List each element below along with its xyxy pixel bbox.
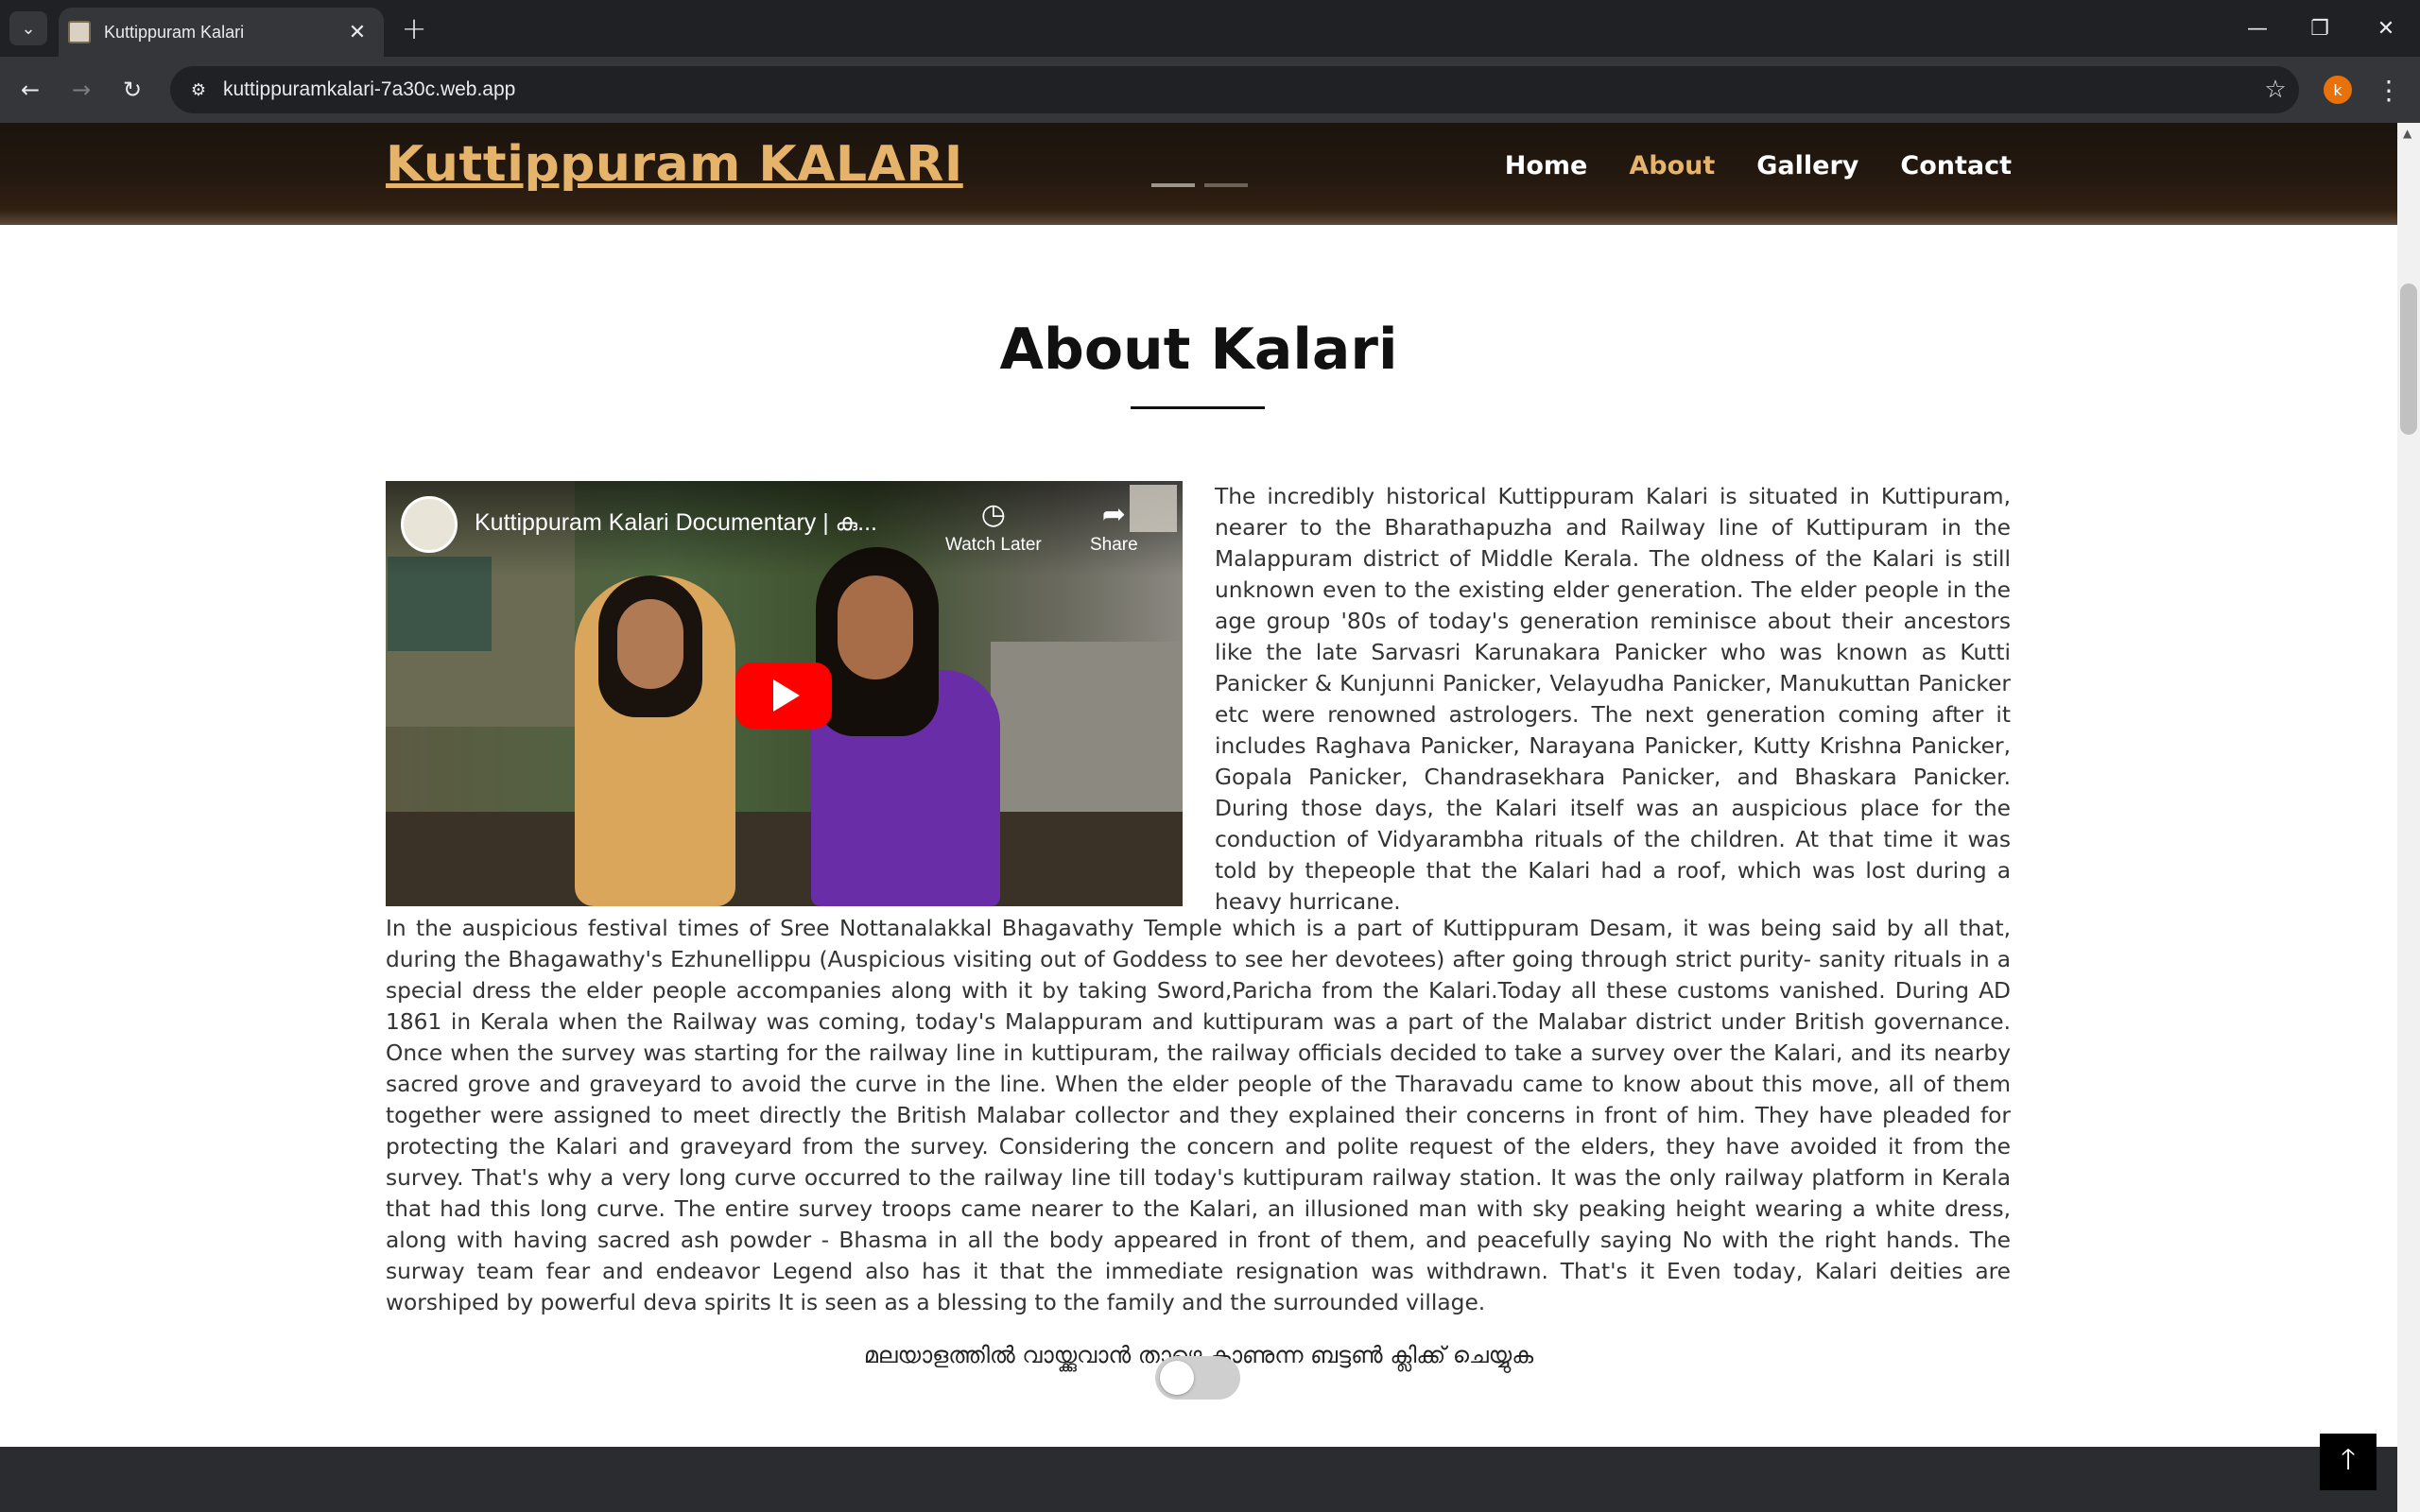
carousel-indicators bbox=[1151, 183, 1248, 187]
watermark-logo bbox=[1130, 485, 1177, 532]
page-viewport: Kuttippuram KALARI Home About Gallery Co… bbox=[0, 123, 2420, 1512]
channel-logo[interactable] bbox=[401, 496, 458, 553]
watch-later-button[interactable]: ◷ Watch Later bbox=[945, 498, 1042, 556]
play-icon bbox=[773, 679, 800, 712]
video-title[interactable]: Kuttippuram Kalari Documentary | കു... bbox=[475, 509, 909, 537]
tab-search-icon[interactable]: ⌄ bbox=[9, 11, 47, 45]
page-scrollbar[interactable]: ▲ bbox=[2397, 123, 2420, 1512]
nav-about[interactable]: About bbox=[1629, 151, 1715, 180]
scrollbar-thumb[interactable] bbox=[2400, 284, 2417, 435]
url-text[interactable]: kuttippuramkalari-7a30c.web.app bbox=[223, 78, 2252, 101]
tab-close-icon[interactable]: ✕ bbox=[344, 21, 371, 44]
about-paragraph-2: In the auspicious festival times of Sree… bbox=[386, 916, 2011, 1315]
site-header: Kuttippuram KALARI Home About Gallery Co… bbox=[0, 123, 2397, 225]
title-underline bbox=[1131, 406, 1265, 409]
new-tab-icon[interactable]: + bbox=[397, 10, 431, 46]
profile-avatar[interactable]: k bbox=[2324, 76, 2352, 104]
site-info-icon[interactable]: ⚙ bbox=[180, 80, 217, 100]
scroll-up-icon[interactable]: ▲ bbox=[2403, 127, 2411, 140]
site-brand-link[interactable]: Kuttippuram KALARI bbox=[386, 136, 963, 193]
address-bar[interactable]: ⚙ kuttippuramkalari-7a30c.web.app ☆ bbox=[170, 66, 2299, 113]
tab-title: Kuttippuram Kalari bbox=[104, 22, 245, 42]
browser-tabbar: ⌄ Kuttippuram Kalari ✕ + — ❐ ✕ bbox=[0, 0, 2420, 57]
restore-icon[interactable]: ❐ bbox=[2291, 9, 2348, 47]
reload-icon[interactable]: ↻ bbox=[113, 71, 151, 109]
bookmark-star-icon[interactable]: ☆ bbox=[2252, 76, 2299, 104]
about-paragraph-1: The incredibly historical Kuttippuram Ka… bbox=[1215, 484, 2011, 915]
nav-gallery[interactable]: Gallery bbox=[1756, 151, 1858, 180]
minimize-icon[interactable]: — bbox=[2229, 9, 2286, 47]
main-nav: Home About Gallery Contact bbox=[1505, 151, 2012, 180]
site-footer bbox=[0, 1447, 2397, 1512]
window-close-icon[interactable]: ✕ bbox=[2358, 9, 2414, 47]
site-favicon-icon bbox=[68, 21, 91, 43]
forward-icon[interactable]: → bbox=[62, 71, 100, 109]
section-title: About Kalari bbox=[999, 317, 1398, 383]
scroll-to-top-button[interactable]: 🡑 bbox=[2320, 1434, 2377, 1490]
play-button[interactable] bbox=[735, 662, 832, 729]
browser-toolbar: ← → ↻ ⚙ kuttippuramkalari-7a30c.web.app … bbox=[0, 57, 2420, 123]
nav-home[interactable]: Home bbox=[1505, 151, 1588, 180]
toggle-knob bbox=[1160, 1361, 1194, 1395]
nav-contact[interactable]: Contact bbox=[1900, 151, 2012, 180]
browser-tab[interactable]: Kuttippuram Kalari ✕ bbox=[59, 8, 384, 57]
browser-menu-icon[interactable]: ⋮ bbox=[2375, 71, 2403, 109]
language-toggle[interactable] bbox=[1155, 1356, 1240, 1400]
carousel-dot[interactable] bbox=[1151, 183, 1195, 187]
carousel-dot[interactable] bbox=[1204, 183, 1248, 187]
back-icon[interactable]: ← bbox=[11, 71, 49, 109]
clock-icon: ◷ bbox=[980, 499, 1006, 530]
youtube-video-embed[interactable]: Kuttippuram Kalari Documentary | കു... ◷… bbox=[386, 481, 1183, 906]
